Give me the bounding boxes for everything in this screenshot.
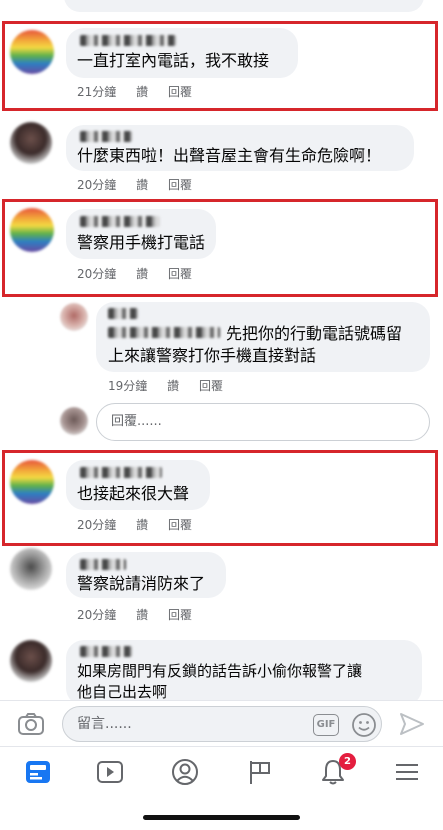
comment-meta: 20分鐘 讚 回覆 — [77, 176, 208, 193]
comment-text: 一直打室內電話，我不敢接 — [77, 51, 270, 70]
commenter-name[interactable] — [80, 467, 162, 478]
comment-time: 19分鐘 — [108, 379, 148, 393]
like-button[interactable]: 讚 — [136, 178, 148, 192]
reply-button[interactable]: 回覆 — [168, 267, 192, 281]
flag-icon[interactable] — [245, 757, 275, 787]
commenter-name[interactable] — [108, 308, 138, 319]
commenter-name[interactable] — [80, 35, 176, 46]
reply-text-line-1: 先把你的行動電話號碼留 — [226, 324, 403, 343]
menu-icon[interactable] — [392, 757, 422, 787]
reply-button[interactable]: 回覆 — [168, 608, 192, 622]
avatar[interactable] — [10, 548, 52, 590]
feed-icon[interactable] — [23, 757, 53, 787]
comment-meta: 21分鐘 讚 回覆 — [77, 83, 208, 100]
comment-text: 警察說請消防來了 — [77, 574, 206, 593]
commenter-name[interactable] — [80, 216, 160, 227]
avatar[interactable] — [10, 460, 54, 504]
commenter-name[interactable] — [80, 559, 126, 570]
avatar[interactable] — [10, 640, 52, 682]
comment-input[interactable] — [77, 707, 297, 741]
comment-meta: 20分鐘 讚 回覆 — [77, 516, 208, 533]
comment-composer: GIF — [0, 700, 443, 746]
avatar[interactable] — [10, 30, 54, 74]
camera-icon[interactable] — [16, 709, 46, 739]
like-button[interactable]: 讚 — [167, 379, 179, 393]
avatar[interactable] — [10, 208, 54, 252]
comment-time: 20分鐘 — [77, 518, 117, 532]
reply-input[interactable]: 回覆...... — [96, 403, 430, 441]
commenter-name-mention[interactable] — [108, 327, 220, 338]
reply-button[interactable]: 回覆 — [168, 518, 192, 532]
notification-badge: 2 — [339, 753, 356, 770]
comment-meta: 20分鐘 讚 回覆 — [77, 606, 208, 623]
comment-time: 20分鐘 — [77, 267, 117, 281]
reply-text-line-2: 上來讓警察打你手機直接對話 — [108, 346, 317, 365]
comment-time: 21分鐘 — [77, 85, 117, 99]
commenter-name[interactable] — [80, 646, 132, 657]
avatar[interactable] — [10, 122, 52, 164]
comment-text: 也接起來很大聲 — [77, 484, 190, 503]
comment-text: 警察用手機打電話 — [77, 233, 206, 252]
comment-time: 20分鐘 — [77, 178, 117, 192]
reply-button[interactable]: 回覆 — [168, 85, 192, 99]
reply-button[interactable]: 回覆 — [199, 379, 223, 393]
profile-icon[interactable] — [170, 757, 200, 787]
my-avatar — [60, 407, 88, 435]
reply-button[interactable]: 回覆 — [168, 178, 192, 192]
like-button[interactable]: 讚 — [136, 267, 148, 281]
like-button[interactable]: 讚 — [136, 608, 148, 622]
gif-icon[interactable]: GIF — [313, 714, 339, 736]
send-icon[interactable] — [398, 711, 426, 737]
previous-comment-bubble — [64, 0, 424, 12]
bottom-tab-bar: 2 — [0, 746, 443, 796]
like-button[interactable]: 讚 — [136, 518, 148, 532]
comment-text-line-1: 如果房間門有反鎖的話告訴小偷你報警了讓 — [77, 662, 363, 680]
comment-input-wrapper: GIF — [62, 706, 382, 742]
avatar[interactable] — [60, 303, 88, 331]
like-button[interactable]: 讚 — [136, 85, 148, 99]
emoji-icon[interactable] — [351, 712, 377, 738]
reply-meta: 19分鐘 讚 回覆 — [108, 377, 239, 394]
watch-icon[interactable] — [95, 757, 125, 787]
comment-text: 什麼東西啦！出聲音屋主會有生命危險啊！ — [77, 146, 382, 165]
comment-time: 20分鐘 — [77, 608, 117, 622]
home-indicator[interactable] — [143, 815, 300, 820]
commenter-name[interactable] — [80, 131, 132, 142]
comment-meta: 20分鐘 讚 回覆 — [77, 265, 208, 282]
